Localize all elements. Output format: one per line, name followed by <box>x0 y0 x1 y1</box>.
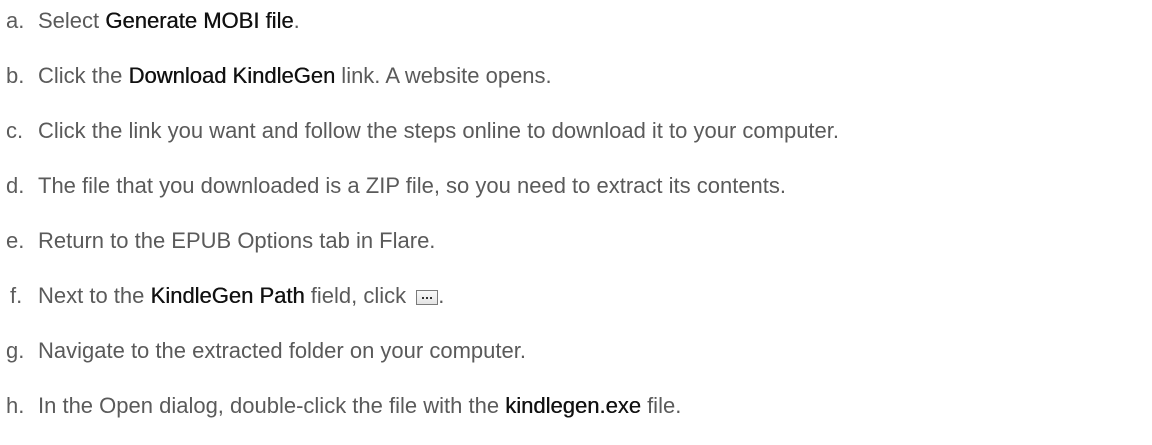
step-text-post: link. A website opens. <box>335 63 552 88</box>
step-h: h. In the Open dialog, double-click the … <box>6 385 839 440</box>
step-a: a. Select Generate MOBI file. <box>6 0 839 55</box>
step-e: e. Return to the EPUB Options tab in Fla… <box>6 220 839 275</box>
step-letter: d. <box>6 173 25 198</box>
step-text: Click the Download KindleGen link. A web… <box>38 55 552 97</box>
ui-term-download-kindlegen: Download KindleGen <box>128 63 336 88</box>
step-text: In the Open dialog, double-click the fil… <box>38 385 681 427</box>
step-text: Click the link you want and follow the s… <box>38 118 840 143</box>
step-g: g. Navigate to the extracted folder on y… <box>6 330 839 385</box>
ui-term-generate-mobi-file: Generate MOBI file <box>105 8 294 33</box>
step-text: The file that you downloaded is a ZIP fi… <box>38 173 787 198</box>
step-text-post: file. <box>640 393 682 418</box>
step-text: Return to the EPUB Options tab in Flare. <box>38 228 436 253</box>
step-letter: c. <box>6 118 24 143</box>
step-f: f. Next to the KindleGen Path field, cli… <box>6 275 839 330</box>
step-letter: g. <box>6 338 25 363</box>
step-text: Next to the KindleGen Path field, click … <box>38 275 444 317</box>
instruction-steps-list: a. Select Generate MOBI file. b. Click t… <box>6 0 839 440</box>
step-text-pre: Select <box>38 8 106 33</box>
step-text: Select Generate MOBI file. <box>38 0 300 42</box>
step-letter: a. <box>6 8 25 33</box>
browse-ellipsis-icon <box>416 290 439 305</box>
step-b: b. Click the Download KindleGen link. A … <box>6 55 839 110</box>
step-letter: b. <box>6 63 25 88</box>
step-text-post: . <box>293 8 300 33</box>
step-c: c. Click the link you want and follow th… <box>6 110 839 165</box>
step-text-end: . <box>438 283 445 308</box>
step-text-pre: Next to the <box>38 283 151 308</box>
step-letter: f. <box>10 283 23 308</box>
ui-term-kindlegen-path: KindleGen Path <box>150 283 305 308</box>
step-letter: e. <box>6 228 25 253</box>
step-text-pre: Click the <box>38 63 129 88</box>
step-text-pre: In the Open dialog, double-click the fil… <box>38 393 506 418</box>
step-d: d. The file that you downloaded is a ZIP… <box>6 165 839 220</box>
step-letter: h. <box>6 393 25 418</box>
step-text-post: field, click <box>304 283 413 308</box>
ui-term-kindlegen-exe: kindlegen.exe <box>505 393 641 418</box>
step-text: Navigate to the extracted folder on your… <box>38 338 526 363</box>
